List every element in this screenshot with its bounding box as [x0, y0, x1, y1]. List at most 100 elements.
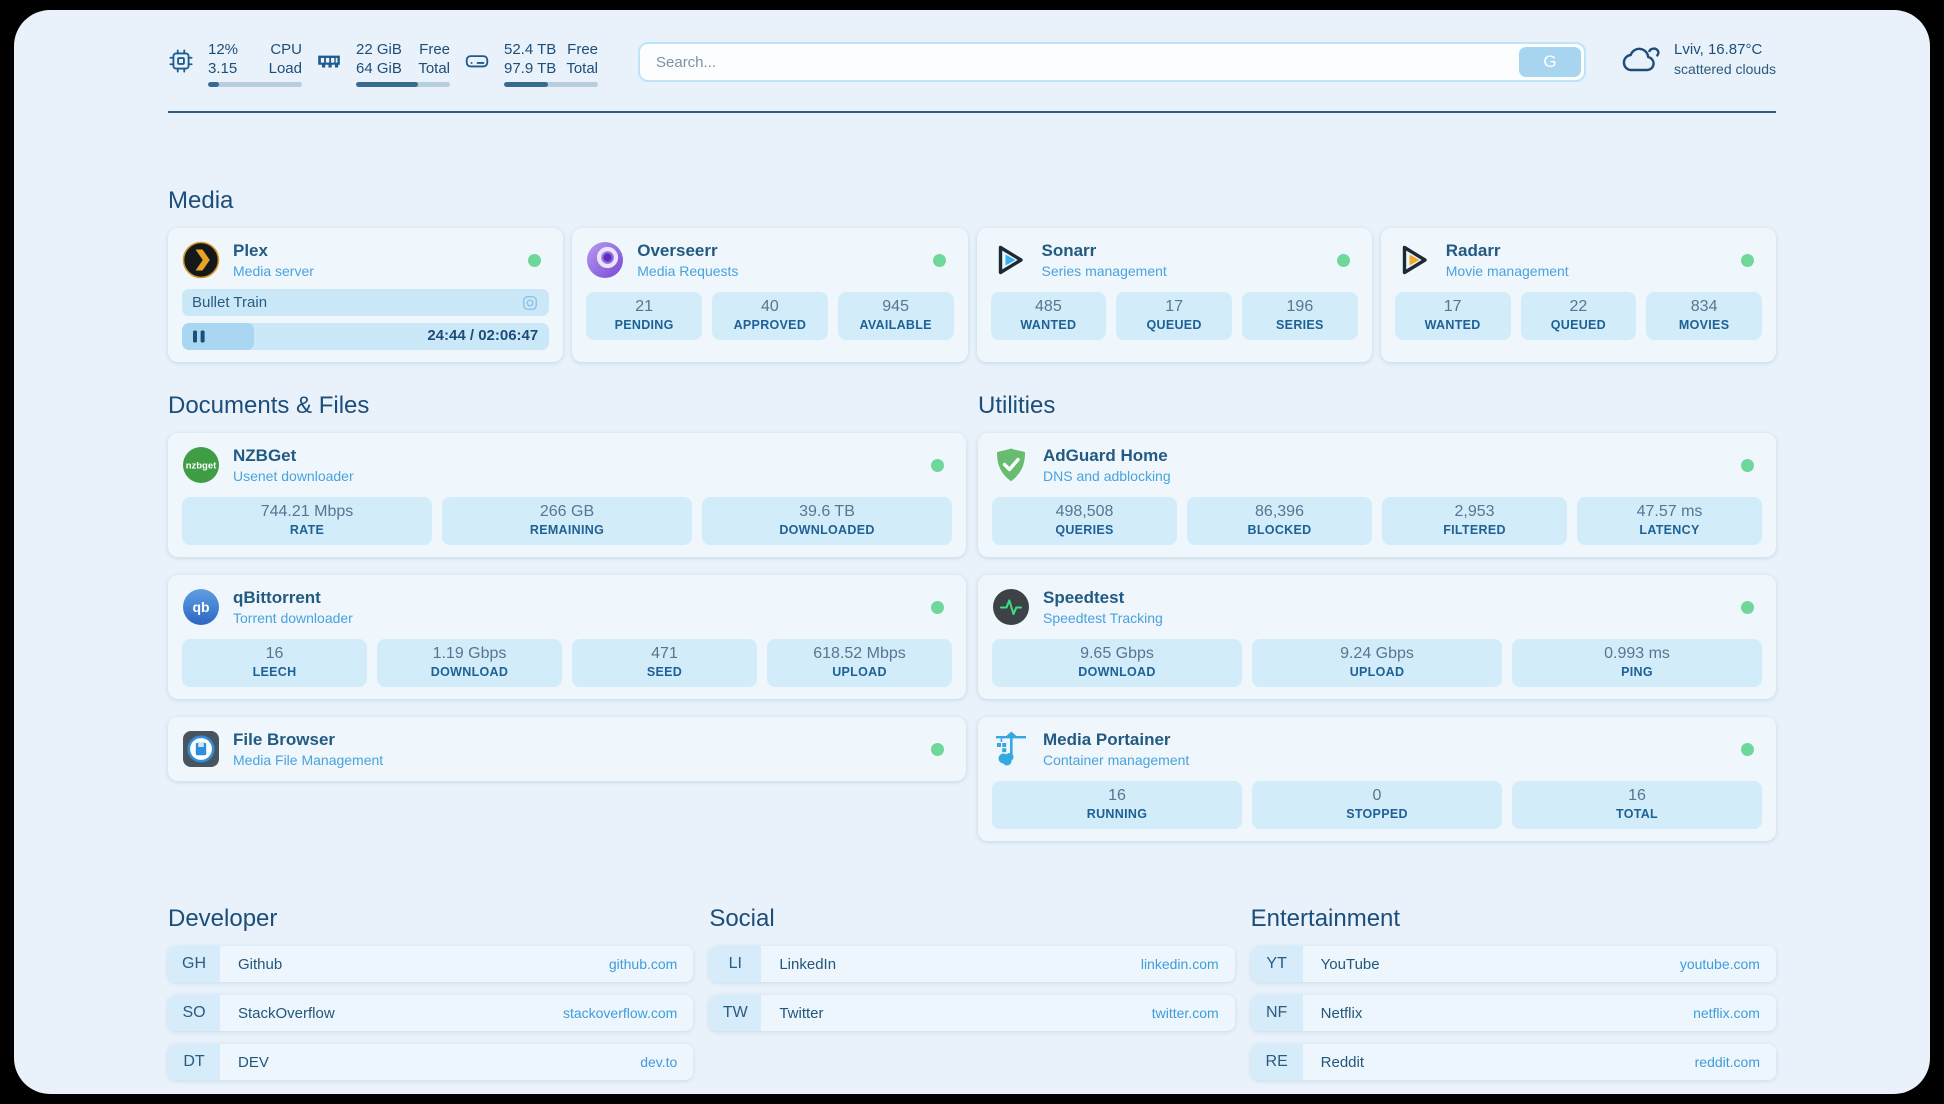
bookmark-url: reddit.com — [1695, 1054, 1760, 1070]
stat-approved: 40 APPROVED — [712, 292, 828, 340]
stat-stopped: 0 STOPPED — [1252, 781, 1502, 829]
bookmark-name: DEV — [238, 1054, 269, 1071]
app-card-qbittorrent[interactable]: qb qBittorrent Torrent downloader 16 — [168, 575, 966, 699]
bookmark-youtube[interactable]: YT YouTube youtube.com — [1251, 946, 1776, 982]
plex-logo — [182, 241, 220, 279]
stat-ping: 0.993 ms PING — [1512, 639, 1762, 687]
app-title: Speedtest — [1043, 587, 1163, 608]
disk-widget: 52.4 TB 97.9 TB Free Total — [464, 40, 598, 87]
stat-upload: 618.52 Mbps UPLOAD — [767, 639, 952, 687]
app-subtitle: Media server — [233, 262, 314, 280]
section-title-entertainment: Entertainment — [1251, 905, 1776, 933]
dashboard-panel: 12% 3.15 CPU Load — [14, 10, 1930, 1094]
app-card-speedtest[interactable]: Speedtest Speedtest Tracking 9.65 Gbps D… — [978, 575, 1776, 699]
bookmark-github[interactable]: GH Github github.com — [168, 946, 693, 982]
status-dot — [528, 254, 541, 267]
bookmark-reddit[interactable]: RE Reddit reddit.com — [1251, 1044, 1776, 1080]
radarr-logo — [1395, 241, 1433, 279]
stat-wanted: 485 WANTED — [991, 292, 1107, 340]
bookmark-linkedin[interactable]: LI LinkedIn linkedin.com — [709, 946, 1234, 982]
app-card-nzbget[interactable]: nzbget NZBGet Usenet downloader 744.21 M… — [168, 433, 966, 557]
playback-time: 24:44 / 02:06:47 — [427, 327, 538, 344]
bookmark-name: StackOverflow — [238, 1005, 335, 1022]
bookmark-tag: RE — [1251, 1044, 1303, 1080]
app-title: Sonarr — [1042, 240, 1167, 261]
overseerr-logo — [586, 241, 624, 279]
stat-downloaded: 39.6 TB DOWNLOADED — [702, 497, 952, 545]
disk-icon — [464, 48, 490, 74]
app-card-sonarr[interactable]: Sonarr Series management 485 WANTED 17 Q… — [977, 228, 1372, 362]
bookmarks-social: Social LI LinkedIn linkedin.com TW Twitt… — [709, 905, 1234, 1080]
app-subtitle: DNS and adblocking — [1043, 467, 1171, 485]
app-title: qBittorrent — [233, 587, 353, 608]
app-card-overseerr[interactable]: Overseerr Media Requests 21 PENDING 40 A… — [572, 228, 967, 362]
now-playing-title: Bullet Train — [192, 294, 267, 311]
header-divider — [168, 111, 1776, 113]
app-card-radarr[interactable]: Radarr Movie management 17 WANTED 22 QUE… — [1381, 228, 1776, 362]
memory-progress-bar — [356, 82, 450, 87]
bookmark-dev[interactable]: DT DEV dev.to — [168, 1044, 693, 1080]
weather-widget: Lviv, 16.87°C scattered clouds — [1620, 40, 1776, 78]
bookmark-url: netflix.com — [1693, 1005, 1760, 1021]
app-card-filebrowser[interactable]: File Browser Media File Management — [168, 717, 966, 781]
memory-free-label: Free — [418, 40, 450, 59]
status-dot — [931, 743, 944, 756]
section-title-documents: Documents & Files — [168, 392, 966, 420]
app-title: Plex — [233, 240, 314, 261]
cpu-progress-bar — [208, 82, 302, 87]
search-engine-button[interactable]: G — [1519, 47, 1581, 77]
top-bar: 12% 3.15 CPU Load — [168, 40, 1776, 87]
stat-queued: 22 QUEUED — [1521, 292, 1637, 340]
bookmarks-entertainment: Entertainment YT YouTube youtube.com NF … — [1251, 905, 1776, 1080]
weather-location-temp: Lviv, 16.87°C — [1674, 40, 1776, 60]
bookmark-url: linkedin.com — [1141, 956, 1219, 972]
memory-total-value: 64 GiB — [356, 59, 402, 78]
bookmark-url: stackoverflow.com — [563, 1005, 677, 1021]
portainer-logo — [992, 730, 1030, 768]
bookmark-name: Twitter — [779, 1005, 823, 1022]
app-subtitle: Media File Management — [233, 751, 383, 769]
disk-total-label: Total — [566, 59, 598, 78]
cpu-label: CPU — [269, 40, 302, 59]
app-card-adguard[interactable]: AdGuard Home DNS and adblocking 498,508 … — [978, 433, 1776, 557]
app-title: NZBGet — [233, 445, 354, 466]
cpu-percent: 12% — [208, 40, 238, 59]
app-title: Overseerr — [637, 240, 738, 261]
svg-text:nzbget: nzbget — [186, 461, 217, 472]
bookmark-tag: GH — [168, 946, 220, 982]
search-bar: G — [638, 42, 1586, 82]
weather-condition: scattered clouds — [1674, 60, 1776, 78]
section-title-utilities: Utilities — [978, 392, 1776, 420]
stat-running: 16 RUNNING — [992, 781, 1242, 829]
bookmarks-developer: Developer GH Github github.com SO StackO… — [168, 905, 693, 1080]
app-subtitle: Usenet downloader — [233, 467, 354, 485]
stat-queries: 498,508 QUERIES — [992, 497, 1177, 545]
ram-icon — [316, 48, 342, 74]
stat-remaining: 266 GB REMAINING — [442, 497, 692, 545]
bookmark-tag: LI — [709, 946, 761, 982]
disk-free-value: 52.4 TB — [504, 40, 556, 59]
stat-download: 9.65 Gbps DOWNLOAD — [992, 639, 1242, 687]
adguard-logo — [992, 446, 1030, 484]
app-title: AdGuard Home — [1043, 445, 1171, 466]
bookmark-tag: DT — [168, 1044, 220, 1080]
bookmark-netflix[interactable]: NF Netflix netflix.com — [1251, 995, 1776, 1031]
sonarr-logo — [991, 241, 1029, 279]
disk-free-label: Free — [566, 40, 598, 59]
stat-filtered: 2,953 FILTERED — [1382, 497, 1567, 545]
memory-free-value: 22 GiB — [356, 40, 402, 59]
stat-wanted: 17 WANTED — [1395, 292, 1511, 340]
memory-total-label: Total — [418, 59, 450, 78]
bookmark-twitter[interactable]: TW Twitter twitter.com — [709, 995, 1234, 1031]
status-dot — [933, 254, 946, 267]
bookmark-stackoverflow[interactable]: SO StackOverflow stackoverflow.com — [168, 995, 693, 1031]
bookmark-tag: SO — [168, 995, 220, 1031]
app-card-plex[interactable]: Plex Media server Bullet Train — [168, 228, 563, 362]
playback-progress: 24:44 / 02:06:47 — [182, 323, 549, 350]
search-input[interactable] — [640, 54, 1516, 71]
cpu-load-value: 3.15 — [208, 59, 238, 78]
bookmark-tag: NF — [1251, 995, 1303, 1031]
bookmark-name: YouTube — [1321, 956, 1380, 973]
status-dot — [1741, 601, 1754, 614]
app-card-portainer[interactable]: Media Portainer Container management 16 … — [978, 717, 1776, 841]
